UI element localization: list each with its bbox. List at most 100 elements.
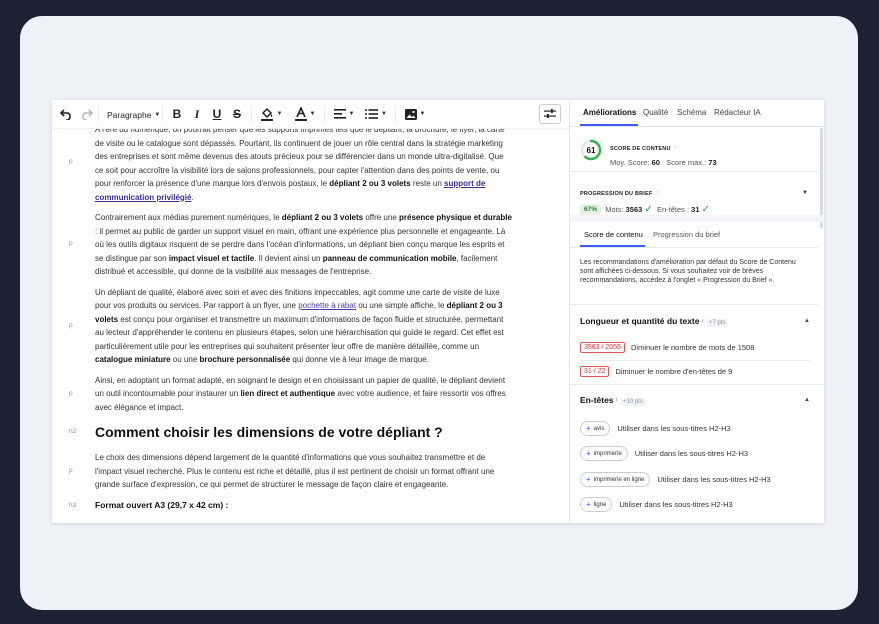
score-gauge: 61 <box>580 139 602 161</box>
section-title-text: En-têtes <box>580 395 614 405</box>
recommendation-row[interactable]: + imprimerie en ligne Utiliser dans les so… <box>580 472 771 487</box>
divider <box>570 247 818 248</box>
scrollbar[interactable] <box>820 128 823 228</box>
block-type-label: h2 <box>69 428 77 435</box>
image-icon <box>404 108 417 120</box>
chevron-up-icon[interactable]: ▲ <box>804 318 810 324</box>
progress-percent-badge: 67% <box>580 204 602 215</box>
words-value: 3563 <box>625 205 643 214</box>
sidebar-tabs: Améliorations Qualité Schéma Rédacteur I… <box>570 100 824 127</box>
paragraph[interactable]: p Ainsi, en adoptant un format adapté, e… <box>52 374 569 415</box>
tab-ameliorations[interactable]: Améliorations <box>583 108 636 117</box>
paragraph[interactable]: p Le choix des dimensions dépend largeme… <box>52 451 569 492</box>
document-body[interactable]: p A l'ère du numérique, on pourrait pens… <box>52 128 569 523</box>
sidebar-panel: Améliorations Qualité Schéma Rédacteur I… <box>570 100 824 523</box>
paragraph-style-select[interactable]: Paragraphe ▼ <box>107 108 160 122</box>
highlight-color-button[interactable]: ▼ <box>258 107 284 121</box>
section-title-text: Longueur et quantité du texte <box>580 316 700 326</box>
text-color-button[interactable]: ▼ <box>292 107 318 121</box>
max-score-label: Score max.: <box>666 158 707 167</box>
tab-redacteur-ia[interactable]: Rédacteur IA <box>714 108 761 117</box>
block-type-label: h3 <box>69 501 77 509</box>
recommendation-row[interactable]: + ligne Utiliser dans les sous-titres H2-H… <box>580 497 733 512</box>
keyword-label: ligne <box>593 501 607 508</box>
keyword-chip[interactable]: + avis <box>580 421 611 436</box>
chevron-up-icon[interactable]: ▲ <box>804 397 810 403</box>
bold-text: lien direct et authentique <box>240 389 336 398</box>
text: . <box>191 192 194 202</box>
check-icon: ✓ <box>644 204 653 215</box>
recommendation-row[interactable]: + avis Utiliser dans les sous-titres H2-H3 <box>580 421 731 436</box>
align-left-icon <box>333 109 346 119</box>
info-icon[interactable]: ⁱ <box>616 399 617 405</box>
plus-icon: + <box>586 500 591 509</box>
toolbar-divider <box>98 106 99 122</box>
recommendations-description: Les recommandations d'amélioration par d… <box>580 259 796 285</box>
headings-value: 31 <box>691 205 700 214</box>
active-tab-indicator <box>580 124 638 126</box>
section-separator <box>570 215 824 222</box>
italic-icon[interactable]: I <box>190 107 204 121</box>
info-icon[interactable]: ⁱ <box>675 146 676 152</box>
paragraph[interactable]: p Contrairement aux médias purement numé… <box>52 211 569 279</box>
heading-text: Format ouvert A3 (29,7 x 42 cm) : <box>95 499 229 510</box>
max-score-value: 73 <box>708 158 717 167</box>
info-icon[interactable]: ⁱ <box>702 320 703 326</box>
recommendation-row[interactable]: 31 / 22 Diminuer le nombre d'en-têtes de … <box>580 366 732 377</box>
text: ou une <box>170 355 200 364</box>
points-badge: +10 pts <box>620 398 646 406</box>
subtab-score-de-contenu[interactable]: Score de contenu <box>584 230 643 239</box>
heading-count-badge: 31 / 22 <box>580 366 610 377</box>
headings-section-title[interactable]: En-têtes ⁱ +10 pts <box>580 395 646 406</box>
tab-schema[interactable]: Schéma <box>677 108 706 117</box>
align-button[interactable]: ▼ <box>332 107 356 121</box>
score-block: SCORE DE CONTENU ⁱ Moy. Score: 60 Score … <box>610 137 717 167</box>
chevron-down-icon[interactable]: ▼ <box>802 190 808 196</box>
image-button[interactable]: ▼ <box>402 107 428 121</box>
bold-text: brochure personnalisée <box>199 355 291 364</box>
chevron-down-icon: ▼ <box>154 112 161 118</box>
undo-icon[interactable] <box>58 107 74 121</box>
bullet-list-icon <box>365 109 379 119</box>
progress-meta: 67% Mots: 3563 ✓ En-têtes : 31 ✓ <box>580 204 710 215</box>
info-icon[interactable]: ⁱ <box>657 191 658 197</box>
block-type-label: p <box>69 158 73 165</box>
chevron-down-icon: ▼ <box>309 111 316 117</box>
paragraph[interactable]: p Un dépliant de qualité, élaboré avec s… <box>52 286 569 367</box>
toolbar-divider <box>162 106 163 122</box>
divider <box>570 171 818 172</box>
redo-icon[interactable] <box>78 107 94 121</box>
recommendation-text: Diminuer le nombre d'en-têtes de 9 <box>615 367 733 376</box>
recommendation-row[interactable]: 3563 / 2055 Diminuer le nombre de mots de… <box>580 342 754 353</box>
subtab-progression-du-brief[interactable]: Progression du brief <box>653 230 720 239</box>
recommendation-row[interactable]: + imprimerie Utiliser dans les sous-titres… <box>580 446 748 461</box>
bold-text: dépliant 2 ou 3 volets <box>329 179 411 188</box>
avg-score-label: Moy. Score: <box>610 158 650 167</box>
progress-label: PROGRESSION DU BRIEF <box>580 191 653 197</box>
keyword-chip[interactable]: + imprimerie <box>580 446 628 461</box>
toolbar-divider <box>395 106 396 122</box>
keyword-chip[interactable]: + imprimerie en ligne <box>580 472 651 487</box>
toggle-sidebar-button[interactable] <box>539 104 561 124</box>
keyword-chip[interactable]: + ligne <box>580 497 613 512</box>
words-label: Mots: <box>605 205 624 214</box>
heading-h2[interactable]: h2 Comment choisir les dimensions de vot… <box>52 422 569 442</box>
block-type-label: p <box>69 467 73 474</box>
divider <box>570 304 818 305</box>
bold-icon[interactable]: B <box>170 107 184 121</box>
paragraph[interactable]: p A l'ère du numérique, on pourrait pens… <box>52 128 569 204</box>
strikethrough-icon[interactable]: S <box>230 107 244 121</box>
plus-icon: + <box>586 449 591 458</box>
length-section-title[interactable]: Longueur et quantité du texte ⁱ +7 pts <box>580 316 729 327</box>
text: ou une simple affiche, le <box>356 301 447 310</box>
list-button[interactable]: ▼ <box>363 107 389 121</box>
heading-h3[interactable]: h3 Format ouvert A3 (29,7 x 42 cm) : <box>52 499 569 512</box>
link[interactable]: pochette à rabat <box>298 301 356 310</box>
word-count-badge: 3563 / 2055 <box>580 342 625 353</box>
divider <box>580 360 810 361</box>
sliders-icon <box>544 109 556 118</box>
underline-icon[interactable]: U <box>210 107 224 121</box>
chevron-down-icon: ▼ <box>276 111 283 117</box>
tab-qualite[interactable]: Qualité <box>643 108 668 117</box>
toolbar-divider <box>324 106 325 122</box>
